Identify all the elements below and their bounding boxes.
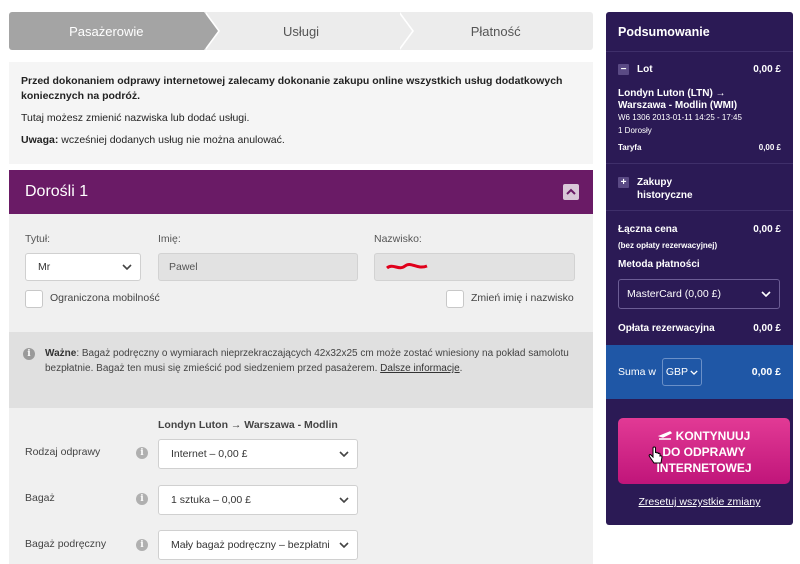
checkin-select[interactable]: Internet – 0,00 £	[158, 439, 358, 469]
last-name-field[interactable]	[374, 253, 575, 281]
summary-sidebar: Podsumowanie − Lot 0,00 £ Londyn Luton (…	[606, 12, 793, 525]
info-icon[interactable]: i	[136, 493, 148, 505]
booking-fee-price: 0,00 £	[753, 323, 781, 334]
route-line-2: Warszawa - Modlin (WMI)	[618, 100, 738, 111]
continue-checkin-button[interactable]: KONTYNUUJ DO ODPRAWY INTERNETOWEJ	[618, 418, 790, 484]
step-label: Pasażerowie	[69, 23, 144, 39]
baggage-select[interactable]: 1 sztuka – 0,00 £	[158, 485, 358, 515]
minus-icon[interactable]: −	[618, 64, 629, 75]
route-line-1: Londyn Luton (LTN) →	[618, 88, 726, 99]
booking-fee-row: Opłata rezerwacyjna 0,00 £	[618, 323, 781, 334]
notice-text: : Bagaż podręczny o wymiarach nieprzekra…	[45, 348, 569, 374]
title-label: Tytuł:	[25, 233, 51, 245]
baggage-value: 1 sztuka – 0,00 £	[171, 494, 251, 506]
checkin-label: Rodzaj odprawy	[25, 446, 101, 458]
redacted-scribble-icon	[386, 262, 428, 270]
chevron-up-icon	[566, 188, 576, 195]
step-passengers[interactable]: Pasażerowie	[9, 12, 220, 50]
total-note: (bez opłaty rezerwacyjnej)	[618, 241, 718, 250]
more-info-link[interactable]: Dalsze informacje	[380, 363, 459, 374]
continue-label-line1: KONTYNUUJ	[618, 428, 790, 444]
currency-value: GBP	[665, 366, 689, 378]
notice-period: .	[459, 363, 463, 374]
chevron-down-icon	[761, 291, 771, 297]
title-select[interactable]: Mr	[25, 253, 141, 281]
route-info: Londyn Luton (LTN) → Warszawa - Modlin (…	[618, 88, 781, 112]
info-box: Przed dokonaniem odprawy internetowej za…	[9, 62, 593, 164]
reduced-mobility-checkbox[interactable]	[25, 290, 43, 308]
cabin-bag-value: Mały bagaż podręczny – bezpłatni	[171, 539, 330, 551]
chevron-down-icon	[339, 542, 349, 548]
sum-price: 0,00 £	[751, 366, 781, 378]
important-notice: i Ważne: Bagaż podręczny o wymiarach nie…	[9, 332, 593, 408]
panel-header: Dorośli 1	[9, 170, 593, 214]
first-name-field[interactable]: Pawel	[158, 253, 358, 281]
continue-label-line2: DO ODPRAWY	[662, 445, 746, 459]
info-bold-text: Przed dokonaniem odprawy internetowej za…	[21, 75, 563, 102]
history-row[interactable]: + Zakupy historyczne	[618, 176, 781, 202]
hand-cursor-icon	[648, 446, 663, 464]
chevron-down-icon	[339, 451, 349, 457]
warning-text: wcześniej dodanych usług nie można anulo…	[58, 134, 285, 146]
total-row: Łączna cena 0,00 £	[618, 224, 781, 235]
plus-icon[interactable]: +	[618, 177, 629, 188]
info-icon[interactable]: i	[136, 447, 148, 459]
divider	[606, 163, 793, 164]
progress-steps: Pasażerowie Usługi Płatność	[9, 12, 594, 50]
info-icon[interactable]: i	[136, 539, 148, 551]
first-name-label: Imię:	[158, 233, 181, 245]
fare-row: Taryfa 0,00 £	[618, 143, 781, 152]
info-warning: Uwaga: wcześniej dodanych usług nie możn…	[21, 133, 581, 148]
baggage-label: Bagaż	[25, 492, 55, 504]
chevron-down-icon	[339, 497, 349, 503]
step-payment[interactable]: Płatność	[398, 12, 594, 50]
flight-price: 0,00 £	[753, 64, 781, 75]
reduced-mobility-label: Ograniczona mobilność	[50, 292, 160, 304]
info-line: Tutaj możesz zmienić nazwiska lub dodać …	[21, 112, 250, 124]
total-label: Łączna cena	[618, 224, 678, 235]
step-label: Płatność	[470, 23, 521, 39]
summary-title: Podsumowanie	[606, 12, 793, 52]
flight-details: W6 1306 2013-01-11 14:25 - 17:45	[618, 113, 742, 122]
first-name-value: Pawel	[169, 261, 198, 273]
last-name-label: Nazwisko:	[374, 233, 422, 245]
step-label: Usługi	[282, 23, 320, 39]
payment-label: Metoda płatności	[618, 259, 700, 270]
reset-all-changes-link[interactable]: Zresetuj wszystkie zmiany	[606, 496, 793, 508]
cabin-bag-select[interactable]: Mały bagaż podręczny – bezpłatni	[158, 530, 358, 560]
plane-icon	[657, 431, 672, 440]
change-name-checkbox[interactable]	[446, 290, 464, 308]
history-label-2: historyczne	[637, 190, 693, 201]
collapse-button[interactable]	[563, 184, 579, 200]
notice-title: Ważne	[45, 348, 77, 359]
flight-row[interactable]: − Lot 0,00 £	[618, 64, 781, 75]
route-title: Londyn Luton → Warszawa - Modlin	[158, 419, 338, 431]
change-name-label: Zmień imię i nazwisko	[471, 292, 574, 304]
sum-total-bar: Suma w GBP 0,00 £	[606, 345, 793, 399]
info-icon: i	[23, 348, 35, 360]
chevron-down-icon	[690, 369, 698, 375]
passenger-count: 1 Dorosły	[618, 126, 652, 135]
continue-label-line3: INTERNETOWEJ	[656, 461, 752, 475]
flight-label: Lot	[637, 64, 653, 75]
chevron-down-icon	[122, 264, 132, 270]
booking-fee-label: Opłata rezerwacyjna	[618, 323, 715, 334]
divider	[606, 210, 793, 211]
passenger-panel: Dorośli 1 Tytuł: Mr Imię: Pawel Nazwisko…	[9, 170, 593, 564]
currency-select[interactable]: GBP	[661, 358, 702, 386]
cabin-bag-label: Bagaż podręczny	[25, 538, 107, 550]
fare-label: Taryfa	[618, 143, 642, 152]
sum-label: Suma w	[618, 366, 656, 378]
total-price: 0,00 £	[753, 224, 781, 235]
panel-title: Dorośli 1	[25, 183, 89, 200]
payment-method-select[interactable]: MasterCard (0,00 £)	[618, 279, 780, 309]
history-label-1: Zakupy	[637, 177, 673, 188]
checkin-value: Internet – 0,00 £	[171, 448, 248, 460]
step-services[interactable]: Usługi	[203, 12, 415, 50]
payment-value: MasterCard (0,00 £)	[627, 288, 721, 300]
warning-label: Uwaga:	[21, 134, 59, 146]
fare-price: 0,00 £	[758, 143, 781, 152]
title-value: Mr	[38, 261, 51, 273]
